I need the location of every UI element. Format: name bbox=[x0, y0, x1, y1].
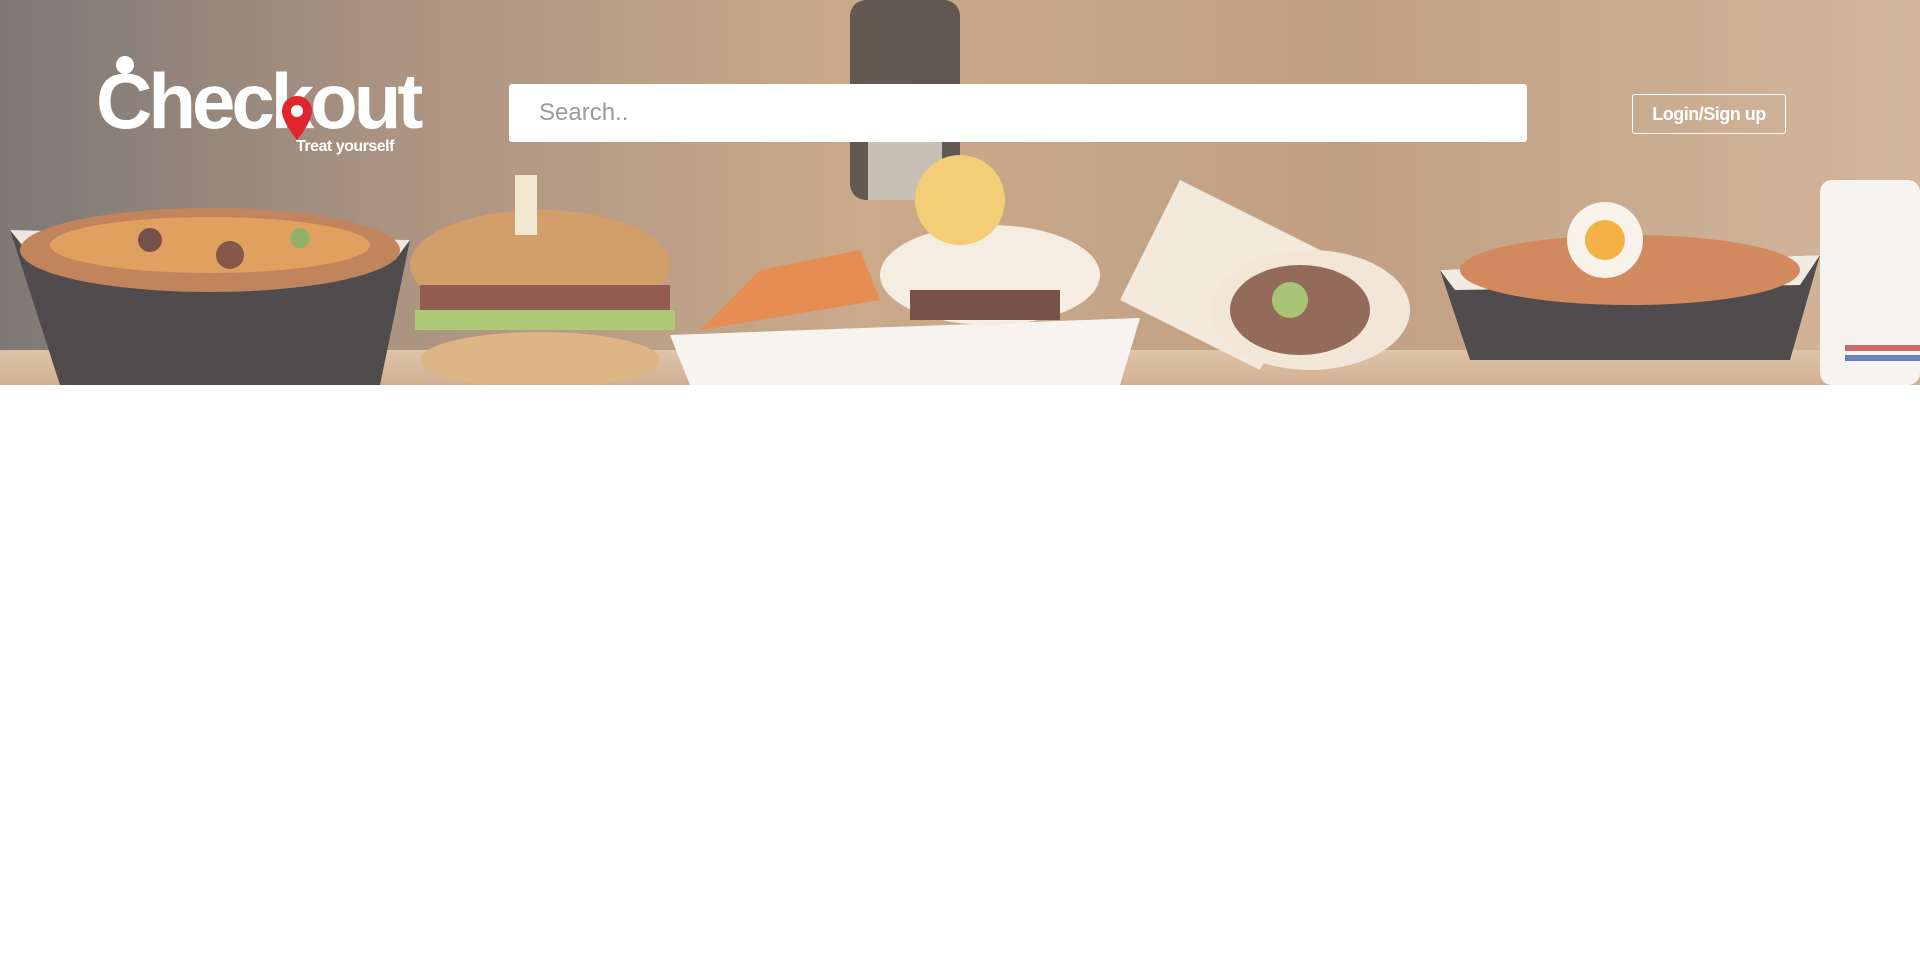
logo-tagline: Treat yourself bbox=[296, 138, 394, 155]
logo-wordmark: Checkout bbox=[96, 57, 423, 145]
location-pin-icon bbox=[282, 96, 312, 140]
hero-banner: Checkout Treat yourself Login/Sign up bbox=[0, 0, 1920, 385]
main-content bbox=[0, 385, 1920, 962]
search-input[interactable] bbox=[509, 84, 1527, 142]
checkout-logo[interactable]: Checkout Treat yourself bbox=[96, 52, 423, 162]
login-signup-button[interactable]: Login/Sign up bbox=[1632, 94, 1786, 134]
